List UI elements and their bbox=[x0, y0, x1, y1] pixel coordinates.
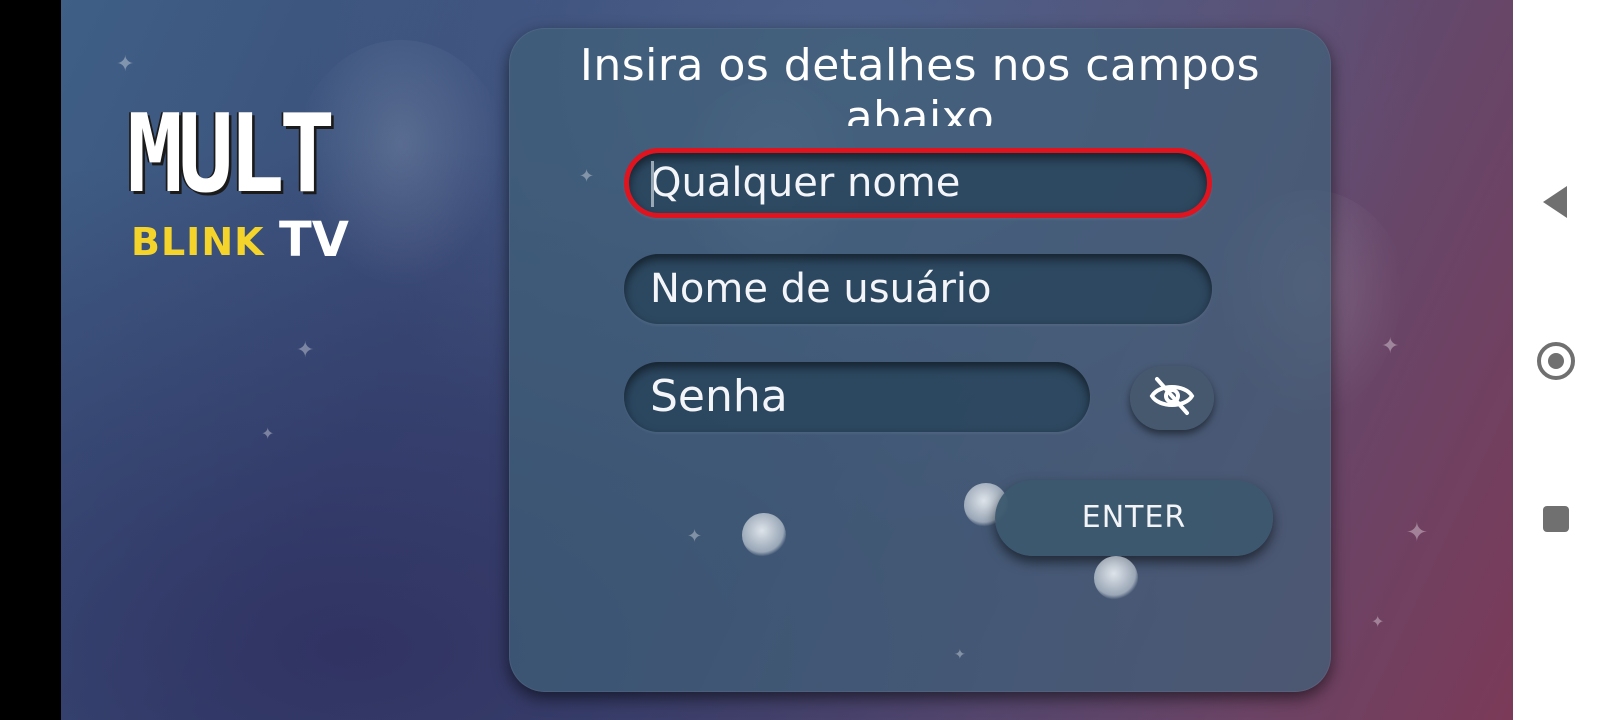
text-caret bbox=[651, 161, 654, 207]
sparkle-decoration: ✦ bbox=[116, 52, 135, 77]
home-circle-icon[interactable] bbox=[1537, 342, 1575, 380]
sparkle-decoration: ✦ bbox=[1406, 518, 1428, 548]
sparkle-decoration: ✦ bbox=[579, 166, 595, 187]
decorative-orb bbox=[742, 513, 786, 557]
any-name-field[interactable]: Qualquer nome bbox=[624, 148, 1212, 218]
logo-mult-text: MULT bbox=[127, 92, 335, 217]
logo-blink-text: BLINK bbox=[131, 220, 265, 264]
sparkle-decoration: ✦ bbox=[687, 526, 703, 547]
any-name-placeholder: Qualquer nome bbox=[650, 160, 961, 206]
sparkle-decoration: ✦ bbox=[296, 338, 315, 363]
sparkle-decoration: ✦ bbox=[261, 424, 275, 443]
eye-off-icon bbox=[1149, 376, 1195, 420]
password-field[interactable]: Senha bbox=[624, 362, 1090, 432]
decorative-orb bbox=[1094, 556, 1138, 600]
recents-square-icon[interactable] bbox=[1543, 506, 1569, 532]
enter-button[interactable]: ENTER bbox=[995, 480, 1273, 556]
username-field[interactable]: Nome de usuário bbox=[624, 254, 1212, 324]
form-title: Insira os detalhes nos campos abaixo bbox=[579, 40, 1261, 126]
login-card: Insira os detalhes nos campos abaixo Qua… bbox=[509, 28, 1331, 692]
logo-tv-text: TV bbox=[279, 212, 349, 268]
system-navigation-bar bbox=[1513, 0, 1600, 720]
app-screen: ✦ ✦ ✦ ✦ ✦ ✦ MULT BLINK TV Insira os deta… bbox=[61, 0, 1513, 720]
toggle-password-visibility-button[interactable] bbox=[1130, 366, 1214, 430]
mult-blink-tv-logo: MULT BLINK TV bbox=[127, 100, 367, 270]
username-placeholder: Nome de usuário bbox=[650, 266, 992, 312]
sparkle-decoration: ✦ bbox=[1371, 612, 1385, 631]
sparkle-decoration: ✦ bbox=[1381, 334, 1400, 359]
password-placeholder: Senha bbox=[650, 371, 788, 422]
sparkle-decoration: ✦ bbox=[954, 647, 966, 663]
left-black-strip bbox=[0, 0, 61, 720]
back-triangle-icon[interactable] bbox=[1543, 186, 1567, 218]
